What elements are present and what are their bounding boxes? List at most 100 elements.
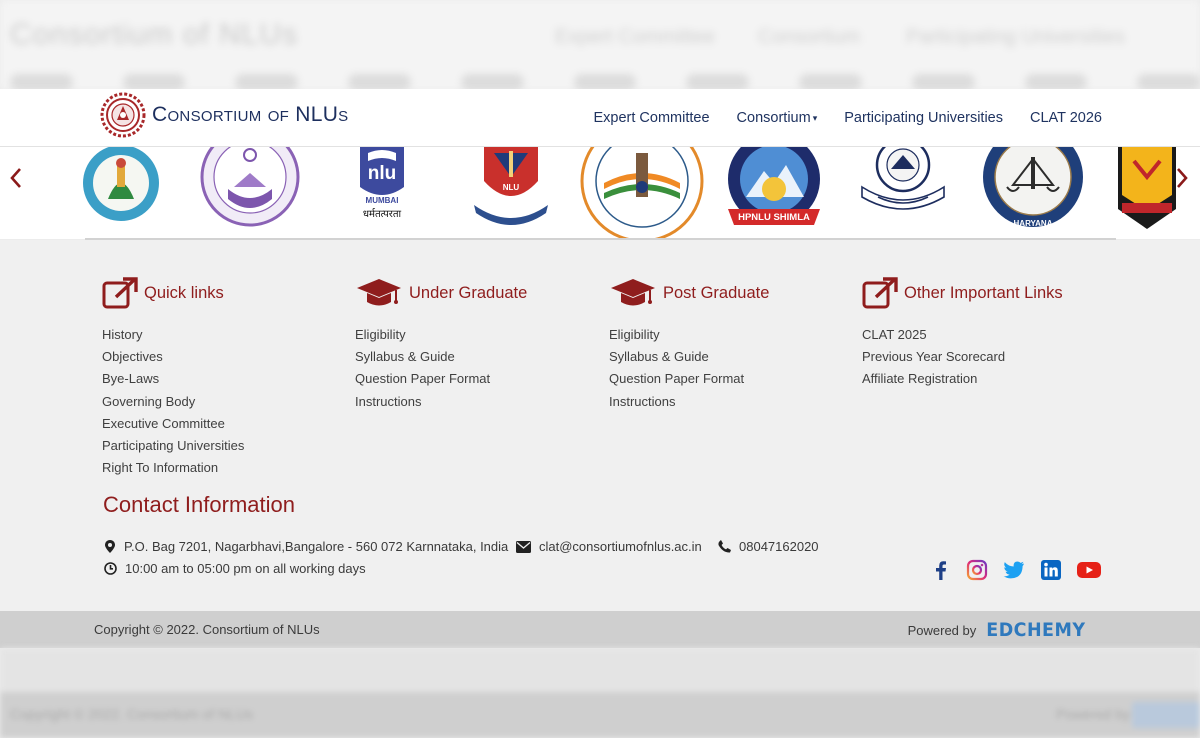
nlu-mumbai-text: nlu bbox=[367, 163, 397, 184]
column-heading: Quick links bbox=[102, 276, 244, 310]
youtube-icon[interactable] bbox=[1076, 560, 1102, 580]
chevron-left-icon bbox=[10, 168, 21, 188]
column-heading: Under Graduate bbox=[355, 276, 527, 310]
social-links bbox=[930, 559, 1102, 581]
background-title: Consortium of NLUs bbox=[10, 18, 299, 51]
background-nav-item: Expert Committee bbox=[555, 26, 716, 48]
university-logo[interactable] bbox=[578, 147, 706, 239]
main-nav: Expert Committee Consortium ▾ Participati… bbox=[594, 89, 1103, 147]
background-footer-blurred: Copyright © 2022. Consortium of NLUs Pow… bbox=[0, 648, 1200, 738]
contact-hours: 10:00 am to 05:00 pm on all working days bbox=[125, 561, 366, 576]
column-title: Under Graduate bbox=[409, 283, 528, 302]
footer-link-right-to-information[interactable]: Right To Information bbox=[102, 457, 244, 479]
footer-link-pg-question-paper[interactable]: Question Paper Format bbox=[609, 368, 769, 390]
contact-email[interactable]: clat@consortiumofnlus.ac.in bbox=[539, 539, 702, 554]
envelope-icon bbox=[516, 540, 531, 553]
footer-link-ug-eligibility[interactable]: Eligibility bbox=[355, 324, 527, 346]
external-link-icon bbox=[862, 277, 898, 309]
phone-icon bbox=[718, 540, 731, 553]
twitter-icon[interactable] bbox=[1002, 559, 1026, 581]
footer-column-other-links: Other Important Links CLAT 2025 Previous… bbox=[862, 276, 1063, 391]
footer-link-affiliate-registration[interactable]: Affiliate Registration bbox=[862, 368, 1063, 390]
link-list: History Objectives Bye-Laws Governing Bo… bbox=[102, 324, 244, 479]
contact-email-row[interactable]: clat@consortiumofnlus.ac.in bbox=[516, 539, 702, 554]
university-logo-carousel: nlu MUMBAI धर्मतत्परता NLU HPNLU SHIMLA … bbox=[0, 147, 1200, 239]
edchemy-logo[interactable]: EDCHEMY bbox=[987, 619, 1086, 641]
background-header-blurred: Consortium of NLUs Expert Committee Cons… bbox=[0, 0, 1200, 90]
contact-address: P.O. Bag 7201, Nagarbhavi,Bangalore - 56… bbox=[124, 539, 509, 554]
nlu-sonepat-text: HARYANA bbox=[1013, 219, 1053, 228]
nav-clat-2026[interactable]: CLAT 2026 bbox=[1030, 110, 1102, 126]
external-link-icon bbox=[102, 277, 138, 309]
nav-consortium-dropdown[interactable]: Consortium ▾ bbox=[737, 110, 818, 126]
background-footer-text: Copyright © 2022. Consortium of NLUs bbox=[10, 706, 253, 722]
column-title: Quick links bbox=[144, 283, 224, 302]
footer-link-pg-instructions[interactable]: Instructions bbox=[609, 391, 769, 413]
column-title: Post Graduate bbox=[663, 283, 770, 302]
hpnlu-ribbon-text: HPNLU SHIMLA bbox=[738, 212, 810, 223]
university-logo[interactable] bbox=[1114, 147, 1180, 231]
link-list: CLAT 2025 Previous Year Scorecard Affili… bbox=[862, 324, 1063, 391]
footer-link-previous-year-scorecard[interactable]: Previous Year Scorecard bbox=[862, 346, 1063, 368]
map-marker-icon bbox=[105, 539, 115, 553]
link-list: Eligibility Syllabus & Guide Question Pa… bbox=[609, 324, 769, 413]
site-footer: Quick links History Objectives Bye-Laws … bbox=[0, 240, 1200, 611]
carousel-next-button[interactable] bbox=[1172, 165, 1192, 191]
nav-expert-committee[interactable]: Expert Committee bbox=[594, 110, 710, 126]
contact-phone-row[interactable]: 08047162020 bbox=[718, 539, 819, 554]
background-logo-strip bbox=[0, 74, 1200, 90]
contact-address-row: P.O. Bag 7201, Nagarbhavi,Bangalore - 56… bbox=[104, 539, 508, 554]
column-title: Other Important Links bbox=[904, 283, 1063, 302]
footer-link-executive-committee[interactable]: Executive Committee bbox=[102, 413, 244, 435]
contact-title: Contact Information bbox=[103, 492, 295, 517]
powered-by[interactable]: Powered by EDCHEMY bbox=[908, 619, 1090, 641]
background-nav-item: Participating Universities bbox=[906, 26, 1125, 48]
copyright-bar: Copyright © 2022. Consortium of NLUs Pow… bbox=[0, 611, 1200, 648]
university-logo[interactable]: HARYANA bbox=[983, 147, 1083, 231]
footer-link-governing-body[interactable]: Governing Body bbox=[102, 391, 244, 413]
instagram-icon[interactable] bbox=[966, 559, 988, 581]
caret-down-icon: ▾ bbox=[812, 112, 818, 123]
column-heading: Post Graduate bbox=[609, 276, 769, 310]
chevron-right-icon bbox=[1177, 168, 1188, 188]
footer-link-participating-universities[interactable]: Participating Universities bbox=[102, 435, 244, 457]
footer-link-history[interactable]: History bbox=[102, 324, 244, 346]
university-logo[interactable] bbox=[80, 147, 162, 239]
nlu-mumbai-motto: धर्मतत्परता bbox=[362, 209, 402, 220]
footer-link-ug-syllabus[interactable]: Syllabus & Guide bbox=[355, 346, 527, 368]
nlu-mumbai-sub: MUMBAI bbox=[365, 196, 399, 205]
footer-link-clat-2025[interactable]: CLAT 2025 bbox=[862, 324, 1063, 346]
nlu-nagpur-text: NLU bbox=[502, 183, 520, 192]
footer-link-objectives[interactable]: Objectives bbox=[102, 346, 244, 368]
background-footer-right: Powered by bbox=[1056, 706, 1130, 722]
copyright-text: Copyright © 2022. Consortium of NLUs bbox=[94, 622, 320, 637]
contact-phone[interactable]: 08047162020 bbox=[739, 539, 819, 554]
linkedin-icon[interactable] bbox=[1040, 559, 1062, 581]
footer-link-pg-eligibility[interactable]: Eligibility bbox=[609, 324, 769, 346]
university-logo[interactable]: nlu MUMBAI धर्मतत्परता bbox=[358, 147, 406, 223]
footer-link-bye-laws[interactable]: Bye-Laws bbox=[102, 368, 244, 390]
carousel-prev-button[interactable] bbox=[6, 165, 26, 191]
consortium-logo-icon bbox=[100, 92, 146, 138]
nav-participating-universities[interactable]: Participating Universities bbox=[844, 110, 1003, 126]
footer-column-under-graduate: Under Graduate Eligibility Syllabus & Gu… bbox=[355, 276, 527, 413]
footer-link-pg-syllabus[interactable]: Syllabus & Guide bbox=[609, 346, 769, 368]
footer-link-ug-instructions[interactable]: Instructions bbox=[355, 391, 527, 413]
background-button bbox=[1132, 702, 1200, 728]
university-logo[interactable] bbox=[200, 147, 300, 239]
contact-hours-row: 10:00 am to 05:00 pm on all working days bbox=[104, 561, 366, 576]
clock-icon bbox=[104, 562, 117, 575]
site-header: Consortium of NLUs Expert Committee Cons… bbox=[0, 89, 1200, 147]
facebook-icon[interactable] bbox=[930, 559, 952, 581]
footer-column-quick-links: Quick links History Objectives Bye-Laws … bbox=[102, 276, 244, 479]
university-logo[interactable]: NLU bbox=[472, 147, 550, 231]
brand-name: Consortium of NLUs bbox=[152, 103, 349, 126]
university-logo[interactable] bbox=[858, 147, 948, 217]
footer-link-ug-question-paper[interactable]: Question Paper Format bbox=[355, 368, 527, 390]
graduation-cap-icon bbox=[357, 279, 401, 306]
powered-by-label: Powered by bbox=[907, 622, 977, 638]
background-nav-item: Consortium bbox=[758, 26, 861, 48]
brand[interactable]: Consortium of NLUs bbox=[100, 92, 348, 138]
university-logo[interactable]: HPNLU SHIMLA bbox=[726, 147, 822, 227]
footer-column-post-graduate: Post Graduate Eligibility Syllabus & Gui… bbox=[609, 276, 769, 413]
